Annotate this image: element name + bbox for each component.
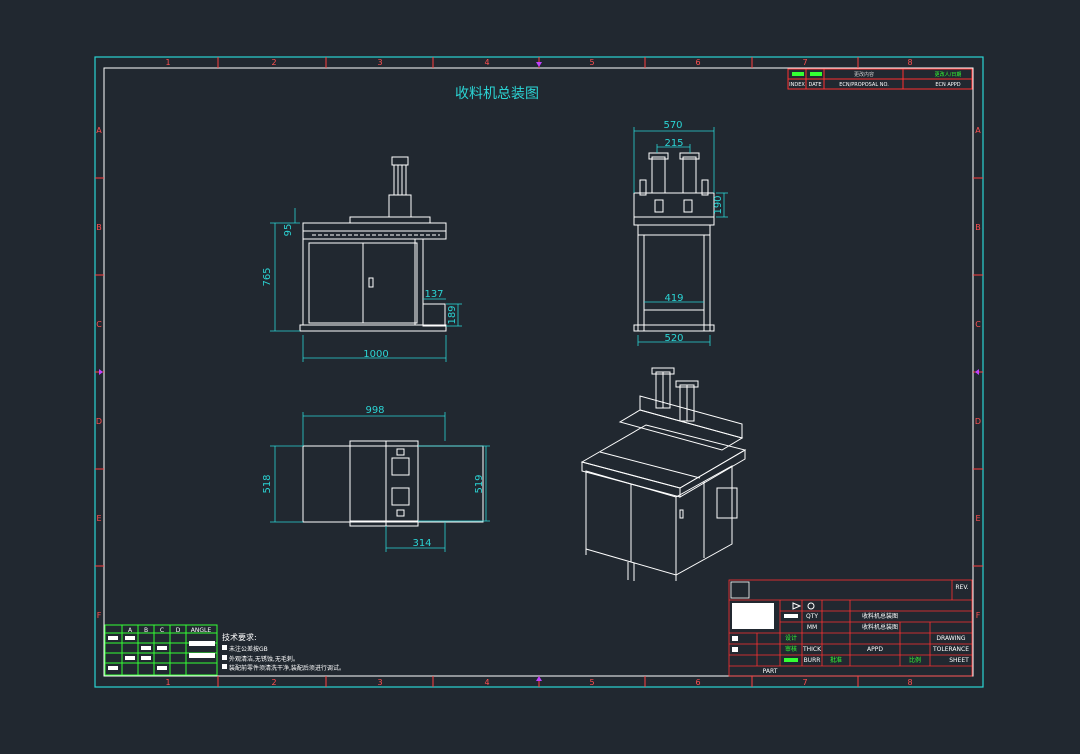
zone-letter: E — [975, 514, 980, 523]
zone-letter: D — [96, 417, 102, 426]
dim-front-side-height: 189 — [447, 305, 458, 324]
dim-top-left-height: 518 — [262, 474, 273, 493]
zone-number: 5 — [589, 678, 594, 687]
zone-letter: B — [96, 223, 102, 232]
revision-index: INDEX — [789, 82, 805, 88]
zone-number: 1 — [165, 58, 170, 67]
cad-drawing-canvas: 1 2 3 4 5 6 7 8 1 2 3 4 5 6 7 8 A B C D … — [94, 56, 984, 688]
technical-notes: 技术要求: 未注公差按GB 外观清洁,无锈蚀,无毛刺。 装配前零件须清洗干净,装… — [222, 632, 345, 672]
zone-letters: A B C D E F A B C D E F — [96, 126, 981, 620]
zone-letter: F — [976, 611, 981, 620]
tech-notes-heading: 技术要求: — [222, 632, 257, 642]
designer-label: 设计 — [785, 634, 797, 642]
dim-top-right-height: 519 — [474, 474, 485, 493]
isometric-view — [580, 367, 747, 581]
dim-side-inner-width: 419 — [664, 293, 683, 304]
dim-top-length: 998 — [365, 405, 384, 416]
zone-center-marks — [99, 62, 979, 681]
zone-number: 2 — [271, 58, 276, 67]
top-view — [302, 440, 484, 527]
zone-letter: F — [97, 611, 102, 620]
revision-header-person: 更改人/日期 — [935, 71, 962, 78]
rev-label: REV. — [955, 584, 968, 591]
zone-number: 4 — [484, 678, 489, 687]
thick-label: THICK — [802, 646, 822, 653]
front-view — [299, 156, 447, 332]
zone-letter: A — [96, 126, 102, 135]
zone-number: 6 — [695, 58, 700, 67]
tech-note-line: 装配前零件须清洗干净,装配后须进行调试。 — [229, 664, 345, 672]
zone-letter: D — [975, 417, 981, 426]
dim-side-cyl-spacing: 215 — [664, 138, 683, 149]
zone-letter: C — [96, 320, 102, 329]
dim-front-top: 95 — [283, 224, 294, 237]
zone-letter: E — [96, 514, 101, 523]
dim-front-height: 765 — [262, 267, 273, 286]
tech-note-line: 未注公差按GB — [229, 645, 268, 653]
qty-label: QTY — [806, 613, 818, 620]
zone-number: 2 — [271, 678, 276, 687]
angle-table: A B C D ANGLE — [104, 624, 218, 676]
zone-number: 1 — [165, 678, 170, 687]
angle-col-d: D — [176, 627, 181, 634]
zone-number: 3 — [377, 58, 382, 67]
zone-ticks — [95, 57, 983, 687]
zone-numbers: 1 2 3 4 5 6 7 8 1 2 3 4 5 6 7 8 — [165, 58, 912, 687]
dim-top-block-width: 314 — [412, 538, 431, 549]
dim-side-base-width: 520 — [664, 333, 683, 344]
revision-appd: ECN APPD — [935, 82, 960, 88]
dim-side-cyl-height: 190 — [713, 195, 724, 214]
checker-label: 审核 — [785, 645, 797, 653]
zone-number: 6 — [695, 678, 700, 687]
front-view-labels: 1000 765 95 137 189 — [262, 224, 458, 360]
revision-ecn: ECN/PROPOSAL NO. — [839, 82, 889, 88]
scale-label: 比例 — [909, 656, 921, 664]
drawing-frame — [94, 56, 984, 688]
burr-label: BURR — [804, 657, 821, 664]
revision-block: 更改内容 更改人/日期 INDEX DATE ECN/PROPOSAL NO. … — [787, 68, 973, 90]
revision-header-content: 更改内容 — [854, 71, 874, 78]
approve-label: 批准 — [830, 656, 842, 664]
sheet-label: SHEET — [949, 657, 969, 664]
angle-col-c: C — [160, 627, 164, 634]
zone-number: 7 — [802, 678, 807, 687]
drawing-title: 收料机总装图 — [455, 86, 539, 102]
part-label: PART — [763, 668, 778, 675]
zone-number: 3 — [377, 678, 382, 687]
unit-label: MM — [807, 624, 817, 631]
zone-number: 7 — [802, 58, 807, 67]
angle-col-angle: ANGLE — [191, 627, 212, 634]
zone-letter: B — [975, 223, 981, 232]
dim-front-side-width: 137 — [424, 289, 443, 300]
dim-side-top-width: 570 — [663, 120, 682, 131]
zone-letter: A — [975, 126, 981, 135]
zone-letter: C — [975, 320, 981, 329]
zone-number: 8 — [907, 678, 912, 687]
appd-label: APPD — [867, 646, 883, 653]
dim-front-width: 1000 — [363, 349, 388, 360]
tech-note-line: 外观清洁,无锈蚀,无毛刺。 — [229, 655, 299, 663]
tolerance-label: TOLERANCE — [932, 646, 969, 653]
drawing-name: 收料机总装图 — [862, 612, 898, 620]
side-view-dimensions — [633, 127, 728, 346]
drawing-number: 收料机总装图 — [862, 623, 898, 631]
side-view — [633, 152, 715, 332]
top-view-labels: 998 518 519 314 — [262, 405, 485, 549]
zone-number: 8 — [907, 58, 912, 67]
zone-number: 4 — [484, 58, 489, 67]
drawing-label: DRAWING — [936, 635, 966, 642]
zone-number: 5 — [589, 58, 594, 67]
revision-date: DATE — [808, 82, 821, 88]
angle-col-b: B — [144, 627, 148, 634]
